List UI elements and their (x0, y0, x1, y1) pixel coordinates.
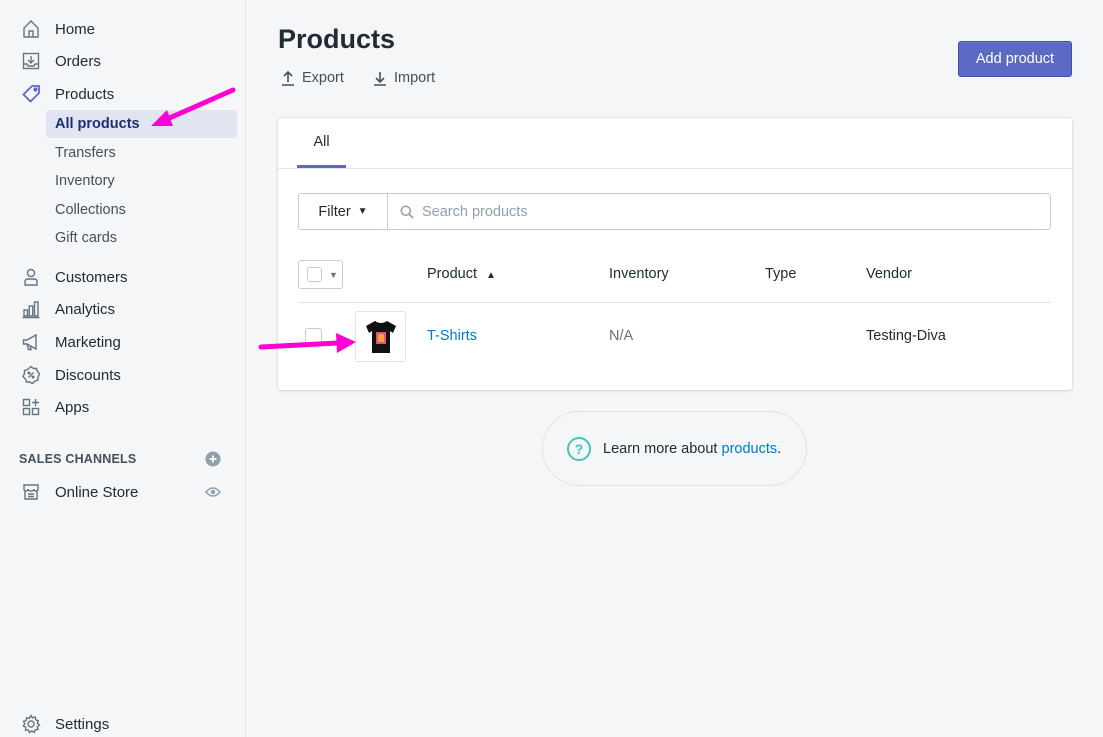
help-question-icon: ? (567, 436, 591, 461)
sidebar-item-label: Products (55, 85, 115, 103)
sidebar-item-apps[interactable]: Apps (0, 392, 246, 422)
main-content: Products Export Import Add product All F… (247, 0, 1103, 737)
product-thumbnail[interactable] (355, 311, 406, 362)
sidebar-item-orders[interactable]: Orders (0, 46, 246, 76)
column-header-vendor: Vendor (866, 266, 912, 282)
checkbox-icon (307, 267, 322, 282)
sidebar-item-discounts[interactable]: Discounts (0, 360, 246, 390)
sidebar-item-label: Apps (55, 398, 90, 416)
discounts-icon (20, 364, 42, 386)
apps-icon (20, 396, 42, 418)
sidebar-item-label: Home (55, 20, 96, 38)
tag-icon (20, 83, 42, 105)
row-checkbox[interactable] (305, 328, 322, 345)
column-header-type: Type (765, 266, 797, 282)
product-name-link[interactable]: T-Shirts (427, 328, 477, 344)
sidebar-item-settings[interactable]: Settings (0, 709, 246, 737)
sidebar: Home Orders Products All products Transf… (0, 0, 246, 737)
bulk-select-checkbox[interactable]: ▼ (298, 260, 343, 289)
sidebar-subitem-inventory[interactable]: Inventory (46, 167, 237, 195)
orders-icon (20, 50, 42, 72)
sidebar-item-label: Orders (55, 52, 101, 70)
products-card: All Filter ▼ ▼ Product ▲ Inventory Type … (278, 118, 1072, 390)
export-label: Export (302, 70, 344, 86)
sort-ascending-icon: ▲ (486, 270, 496, 281)
sales-channels-title: SALES CHANNELS (19, 452, 137, 466)
customers-icon (20, 266, 42, 288)
marketing-icon (20, 331, 42, 353)
sidebar-item-label: Analytics (55, 300, 116, 318)
sidebar-item-label: Marketing (55, 333, 121, 351)
sidebar-subitem-collections[interactable]: Collections (46, 196, 237, 224)
search-icon (400, 205, 414, 219)
sidebar-item-analytics[interactable]: Analytics (0, 294, 246, 324)
store-icon (20, 481, 42, 503)
column-header-product[interactable]: Product ▲ (427, 266, 496, 282)
search-input[interactable] (422, 203, 1022, 220)
sidebar-item-customers[interactable]: Customers (0, 262, 246, 292)
sidebar-subitem-transfers[interactable]: Transfers (46, 139, 237, 167)
sidebar-item-products[interactable]: Products (0, 79, 246, 109)
sidebar-item-label: Online Store (55, 483, 139, 501)
view-store-eye-icon[interactable] (205, 485, 221, 499)
page-title: Products (278, 24, 396, 54)
home-icon (20, 18, 42, 40)
filter-label: Filter (318, 203, 351, 220)
tab-all[interactable]: All (297, 118, 346, 168)
sidebar-item-label: Discounts (55, 366, 121, 384)
filter-button[interactable]: Filter ▼ (299, 194, 388, 229)
tshirt-image (365, 320, 396, 353)
learn-more-link[interactable]: products (722, 441, 778, 457)
sidebar-item-marketing[interactable]: Marketing (0, 327, 246, 357)
import-icon (374, 72, 386, 86)
row-divider (298, 302, 1051, 303)
sidebar-subitem-all-products[interactable]: All products (46, 110, 237, 138)
column-header-inventory: Inventory (609, 266, 669, 282)
learn-more-prefix: Learn more about (603, 440, 722, 457)
search-wrapper (388, 194, 1050, 229)
product-inventory: N/A (609, 328, 634, 344)
learn-more-suffix: . (777, 440, 782, 457)
export-button[interactable]: Export (280, 70, 344, 86)
analytics-icon (20, 298, 42, 320)
product-vendor: Testing-Diva (866, 328, 946, 344)
add-sales-channel-icon[interactable] (205, 451, 221, 467)
sidebar-item-label: Customers (55, 268, 128, 286)
import-button[interactable]: Import (372, 70, 435, 86)
caret-down-icon: ▼ (329, 269, 338, 280)
learn-more-footer: ? Learn more about products. (542, 411, 807, 486)
sidebar-subitem-gift-cards[interactable]: Gift cards (46, 224, 237, 252)
learn-more-text: Learn more about products. (603, 441, 781, 457)
gear-icon (20, 713, 42, 735)
tabs-divider (278, 168, 1072, 169)
sidebar-item-label: Settings (55, 715, 110, 733)
import-label: Import (394, 70, 436, 86)
column-header-label: Product (427, 266, 477, 282)
caret-down-icon: ▼ (357, 206, 368, 217)
add-product-button[interactable]: Add product (958, 41, 1072, 77)
sidebar-item-home[interactable]: Home (0, 14, 246, 44)
export-icon (282, 70, 294, 86)
filter-bar: Filter ▼ (298, 193, 1051, 230)
